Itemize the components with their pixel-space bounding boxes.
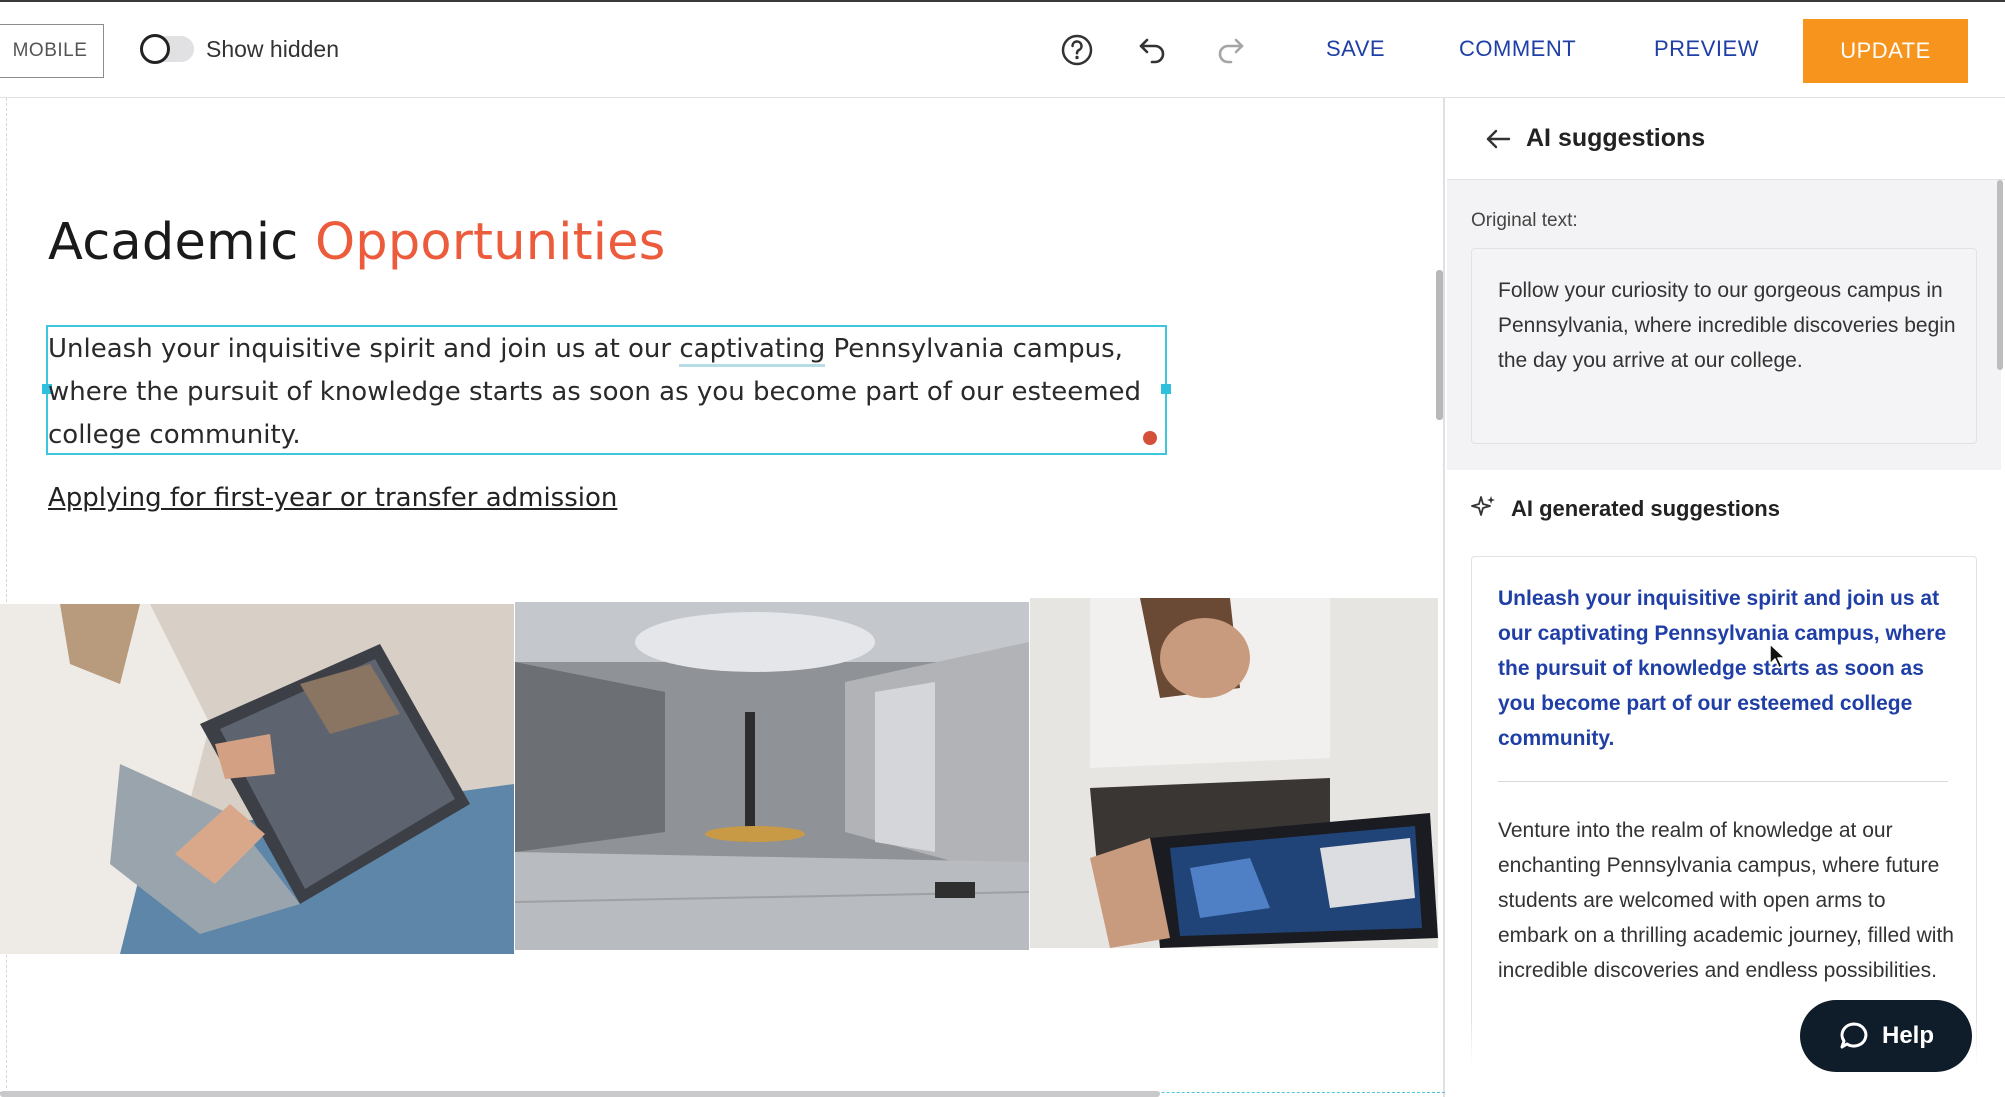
original-text-box: Follow your curiosity to our gorgeous ca… [1471,248,1977,444]
panel-header: AI suggestions [1447,98,2005,180]
redo-icon[interactable] [1210,30,1250,70]
selected-paragraph[interactable]: Unleash your inquisitive spirit and join… [48,328,1163,457]
editor-canvas: Academic Opportunities Unleash your inqu… [0,98,1445,1097]
chat-bubble-icon [1838,1020,1870,1052]
update-button[interactable]: UPDATE [1803,19,1968,83]
page-heading[interactable]: Academic Opportunities [48,213,666,272]
sparkle-icon [1471,494,1497,525]
spellcheck-word[interactable]: captivating [679,334,826,367]
suggestion-item-selected[interactable]: Unleash your inquisitive spirit and join… [1498,581,1958,756]
mouse-cursor-icon [1768,642,1788,670]
canvas-scrollbar[interactable] [1436,270,1443,420]
undo-icon[interactable] [1133,30,1173,70]
preview-button[interactable]: PREVIEW [1654,36,1759,62]
ai-suggestions-panel: AI suggestions Original text: Follow you… [1447,98,2005,1097]
original-text: Follow your curiosity to our gorgeous ca… [1498,279,1956,372]
back-arrow-icon[interactable] [1483,124,1513,154]
heading-accent-text: Opportunities [314,213,666,272]
help-button[interactable]: Help [1800,1000,1972,1072]
horizontal-scrollbar[interactable] [0,1091,1160,1097]
show-hidden-label: Show hidden [206,36,339,62]
heading-text: Academic [48,213,315,272]
student-laptop-image[interactable] [0,604,514,954]
panel-title: AI suggestions [1526,124,1706,152]
original-text-section: Original text: Follow your curiosity to … [1447,180,2001,470]
show-hidden-toggle[interactable] [140,34,194,64]
save-button[interactable]: SAVE [1326,36,1385,62]
comment-button[interactable]: COMMENT [1459,36,1576,62]
admission-link[interactable]: Applying for first-year or transfer admi… [48,483,617,513]
paragraph-text-start: Unleash your inquisitive spirit and join… [48,334,680,364]
suggestion-divider [1498,781,1948,782]
question-circle-icon[interactable] [1057,30,1097,70]
student-tablet-image[interactable] [1030,598,1438,948]
ai-generated-header: AI generated suggestions [1471,494,1780,524]
panel-scrollbar[interactable] [1997,180,2003,370]
suggestion-item[interactable]: Venture into the realm of knowledge at o… [1498,813,1958,988]
mobile-view-button[interactable]: MOBILE [0,24,104,78]
original-text-label: Original text: [1471,210,1578,231]
toggle-knob [140,34,170,64]
top-toolbar: MOBILE Show hidden SAVE COMMENT PREVIEW … [0,0,2005,98]
campus-atrium-image[interactable] [515,602,1029,950]
help-label: Help [1881,1022,1934,1049]
ai-generated-label: AI generated suggestions [1511,496,1780,521]
